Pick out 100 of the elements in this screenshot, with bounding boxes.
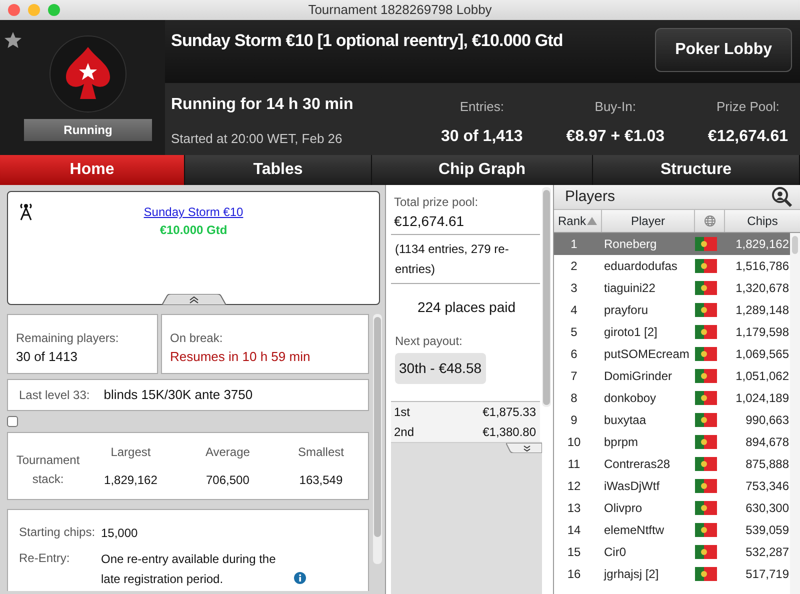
player-name-cell-text: bprpm xyxy=(603,434,640,451)
running-time: Running for 14 h 30 min xyxy=(171,95,354,115)
stat-label: Prize Pool: xyxy=(716,98,780,116)
tab[interactable]: Structure xyxy=(593,155,800,185)
rank-cell-text: 11 xyxy=(566,456,582,473)
stack-column-label: Average xyxy=(204,444,251,461)
player-row[interactable]: 16 jgrhajsj [2] 517,719 xyxy=(554,563,790,585)
sort-up-icon xyxy=(587,217,597,225)
spade-logo-icon xyxy=(49,35,127,113)
flag-icon xyxy=(695,237,717,251)
chips-cell-text: 1,069,565 xyxy=(734,346,790,363)
player-name-cell-text: jgrhajsj [2] xyxy=(602,566,660,583)
flag-icon xyxy=(695,523,717,537)
payout-amount: €1,875.33 xyxy=(482,404,536,421)
player-row[interactable]: 5 giroto1 [2] 1,179,598 xyxy=(554,321,790,343)
rank-cell-text: 15 xyxy=(566,544,582,561)
flag-icon xyxy=(695,567,717,581)
scrollbar[interactable] xyxy=(790,233,800,594)
chips-cell-text: 894,678 xyxy=(744,434,790,451)
rank-cell-text: 10 xyxy=(566,434,582,451)
chips-cell-text: 1,051,062 xyxy=(734,368,790,385)
player-name-cell-text: Roneberg xyxy=(603,236,658,253)
player-row[interactable]: 12 iWasDjWtf 753,346 xyxy=(554,475,790,497)
flag-icon xyxy=(695,413,717,427)
scrollbar[interactable] xyxy=(542,187,551,407)
expand-icon[interactable] xyxy=(506,443,542,453)
stack-label: Tournament stack: xyxy=(16,452,80,488)
globe-icon[interactable] xyxy=(704,215,716,227)
flag-icon xyxy=(695,281,717,295)
player-row[interactable]: 13 Olivpro 630,300 xyxy=(554,497,790,519)
prize-pool-value: €12,674.61 xyxy=(394,212,466,231)
chips-cell-text: 539,059 xyxy=(744,522,790,539)
rank-cell-text: 6 xyxy=(570,346,578,363)
start-time: Started at 20:00 WET, Feb 26 xyxy=(171,130,344,148)
player-name-cell-text: Contreras28 xyxy=(603,456,672,473)
next-payout-label: Next payout: xyxy=(394,333,464,350)
player-row[interactable]: 1 Roneberg 1,829,162 xyxy=(554,233,790,255)
chips-cell-text: 1,516,786 xyxy=(734,258,790,275)
chips-cell-text: 532,287 xyxy=(744,544,790,561)
payout-place: 2nd xyxy=(394,424,414,441)
info-icon[interactable] xyxy=(294,572,306,584)
player-column-header[interactable]: Player xyxy=(602,210,695,232)
stat-value: 30 of 1,413 xyxy=(441,126,523,146)
tab[interactable]: Home xyxy=(0,155,185,185)
player-name-cell-text: tiaguini22 xyxy=(603,280,656,297)
close-button[interactable] xyxy=(8,4,20,16)
remaining-players-label: Remaining players: xyxy=(16,330,120,347)
player-row[interactable]: 8 donkoboy 1,024,189 xyxy=(554,387,790,409)
stack-column-label: Largest xyxy=(110,444,152,461)
player-row[interactable]: 3 tiaguini22 1,320,678 xyxy=(554,277,790,299)
status-ribbon: Running xyxy=(24,119,152,141)
break-label: On break: xyxy=(170,330,224,347)
detail-label: Re-Entry: xyxy=(19,550,71,567)
last-level-value: blinds 15K/30K ante 3750 xyxy=(104,386,253,404)
tab[interactable]: Tables xyxy=(185,155,372,185)
player-name-cell-text: buxytaa xyxy=(603,412,648,429)
player-name-cell-text: Cir0 xyxy=(603,544,628,561)
player-name-cell-text: Olivpro xyxy=(603,500,644,517)
flag-icon xyxy=(695,545,717,559)
chips-column-header[interactable]: Chips xyxy=(725,210,800,232)
player-row[interactable]: 10 bprpm 894,678 xyxy=(554,431,790,453)
tournament-link[interactable]: Sunday Storm €10 xyxy=(144,205,244,219)
player-row[interactable]: 15 Cir0 532,287 xyxy=(554,541,790,563)
payout-place: 1st xyxy=(394,404,410,421)
checkbox[interactable] xyxy=(7,416,18,427)
rank-cell-text: 5 xyxy=(570,324,578,341)
player-name-cell-text: putSOMEcream xyxy=(603,346,690,363)
rank-cell-text: 8 xyxy=(570,390,578,407)
player-row[interactable]: 9 buxytaa 990,663 xyxy=(554,409,790,431)
stat-value: €8.97 + €1.03 xyxy=(566,126,665,146)
tab[interactable]: Chip Graph xyxy=(372,155,593,185)
flag-icon xyxy=(695,303,717,317)
scrollbar[interactable] xyxy=(373,314,382,564)
player-row[interactable]: 14 elemeNtftw 539,059 xyxy=(554,519,790,541)
chips-cell-text: 1,024,189 xyxy=(734,390,790,407)
flag-icon xyxy=(695,325,717,339)
chips-cell-text: 1,179,598 xyxy=(734,324,790,341)
remaining-players-value: 30 of 1413 xyxy=(16,348,78,366)
tournament-title: Sunday Storm €10 [1 optional reentry], €10.000 Gtd xyxy=(171,30,563,52)
player-row[interactable]: 11 Contreras28 875,888 xyxy=(554,453,790,475)
entries-note: (1134 entries, 279 re-entries) xyxy=(391,235,540,284)
poker-lobby-button[interactable]: Poker Lobby xyxy=(655,28,792,72)
players-title: Players xyxy=(564,186,616,207)
player-row[interactable]: 6 putSOMEcream 1,069,565 xyxy=(554,343,790,365)
chips-cell-text: 1,289,148 xyxy=(734,302,790,319)
chips-cell-text: 1,320,678 xyxy=(734,280,790,297)
player-name-cell-text: prayforu xyxy=(603,302,650,319)
rank-column-header[interactable]: Rank xyxy=(554,210,602,232)
stat-label: Buy-In: xyxy=(594,98,637,116)
player-row[interactable]: 2 eduardodufas 1,516,786 xyxy=(554,255,790,277)
player-name-cell-text: iWasDjWtf xyxy=(603,478,661,495)
zoom-button[interactable] xyxy=(48,4,60,16)
collapse-icon[interactable] xyxy=(161,294,227,305)
player-row[interactable]: 4 prayforu 1,289,148 xyxy=(554,299,790,321)
search-icon[interactable] xyxy=(770,186,794,208)
flag-icon xyxy=(695,479,717,493)
stack-column-label: Smallest xyxy=(296,444,345,461)
player-row[interactable]: 7 DomiGrinder 1,051,062 xyxy=(554,365,790,387)
player-name-cell-text: donkoboy xyxy=(603,390,658,407)
star-icon[interactable] xyxy=(3,30,23,50)
